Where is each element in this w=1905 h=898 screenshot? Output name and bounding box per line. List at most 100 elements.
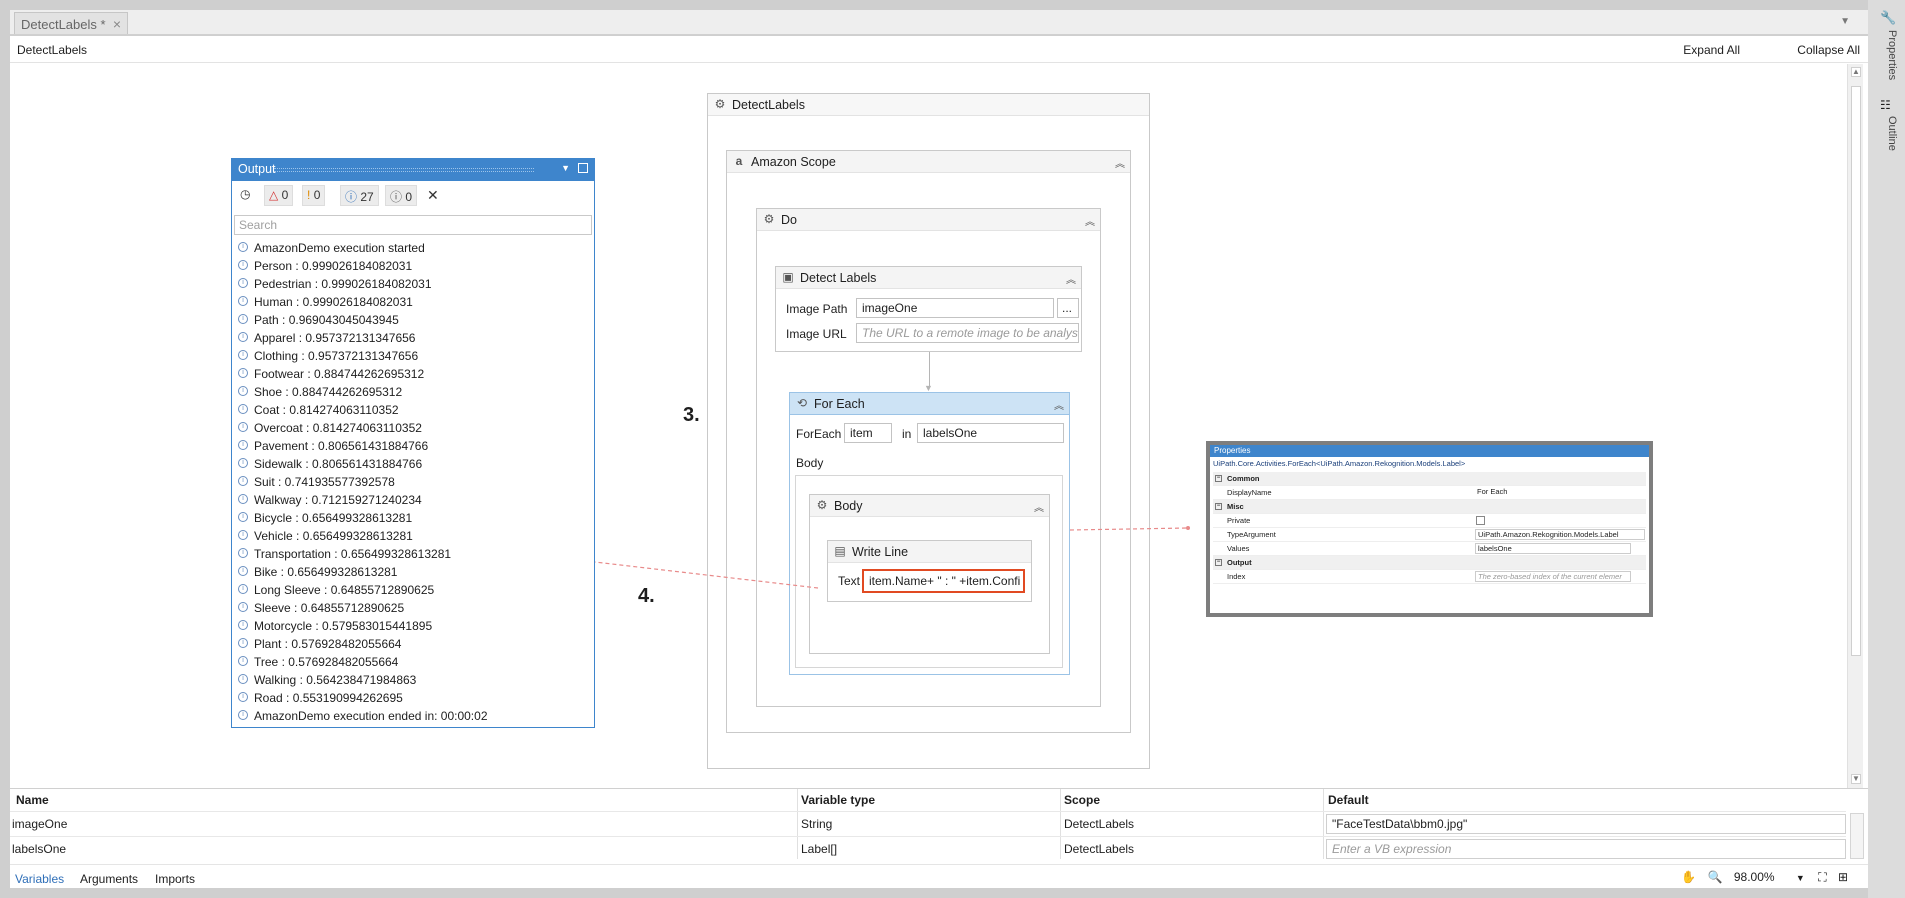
info-icon: i — [238, 260, 248, 270]
grip-handle[interactable] — [274, 168, 534, 172]
tab-dropdown-icon[interactable]: ▼ — [1840, 16, 1850, 27]
panel-dropdown-icon[interactable]: ▼ — [561, 163, 570, 173]
activity-title: Do — [781, 213, 797, 227]
foreach-item-input[interactable]: item — [844, 423, 892, 443]
info-icon: i — [238, 710, 248, 720]
browse-button[interactable]: ... — [1057, 298, 1079, 318]
scroll-thumb[interactable] — [1851, 86, 1861, 656]
property-category-misc[interactable]: − Misc — [1213, 500, 1646, 514]
reset-zoom-icon[interactable]: ⊞ — [1838, 870, 1848, 884]
tab-variables[interactable]: Variables — [15, 872, 64, 886]
output-log-line: i Walkway : 0.712159271240234 — [232, 491, 594, 509]
values-input[interactable]: labelsOne — [1475, 543, 1631, 554]
info-count: 27 — [360, 190, 374, 204]
output-search-input[interactable]: Search — [234, 215, 592, 235]
output-log-line: i Vehicle : 0.656499328613281 — [232, 527, 594, 545]
info-icon: i — [238, 368, 248, 378]
zoom-level-select[interactable]: 98.00% — [1734, 870, 1775, 884]
output-log-line: i Sleeve : 0.64855712890625 — [232, 599, 594, 617]
tab-imports[interactable]: Imports — [155, 872, 195, 886]
output-log-line: i Long Sleeve : 0.64855712890625 — [232, 581, 594, 599]
scroll-down-icon[interactable]: ▼ — [1851, 774, 1861, 784]
variable-type-cell[interactable]: String — [801, 817, 832, 831]
column-header-scope[interactable]: Scope — [1064, 793, 1100, 807]
collapse-icon[interactable]: ︽ — [1085, 213, 1095, 228]
private-checkbox[interactable] — [1476, 516, 1485, 525]
collapse-all-button[interactable]: Collapse All — [1797, 43, 1860, 57]
maximize-icon[interactable] — [578, 163, 588, 173]
trace-filter-button[interactable]: ⓘ 0 — [385, 185, 418, 206]
property-key: Index — [1227, 572, 1246, 581]
clock-icon[interactable]: ◷ — [236, 185, 254, 206]
variable-name-cell[interactable]: labelsOne — [12, 842, 66, 856]
output-log-line: i Bicycle : 0.656499328613281 — [232, 509, 594, 527]
property-category-output[interactable]: − Output — [1213, 556, 1646, 570]
output-title-bar[interactable]: Output ▼ — [232, 159, 594, 181]
info-icon: i — [238, 530, 248, 540]
info-icon: i — [238, 404, 248, 414]
collapse-icon[interactable]: ︽ — [1115, 155, 1125, 170]
write-line-text-input[interactable]: item.Name+ " : " +item.Confi — [862, 569, 1025, 593]
activity-for-each[interactable]: ⟲ For Each ︽ ForEach item in labelsOne B… — [789, 392, 1070, 675]
scroll-up-icon[interactable]: ▲ — [1851, 67, 1861, 77]
zoom-dropdown-icon[interactable]: ▼ — [1796, 873, 1805, 883]
variable-type-cell[interactable]: Label[] — [801, 842, 837, 856]
activity-detect-labels[interactable]: ▣ Detect Labels ︽ Image Path imageOne ..… — [775, 266, 1082, 352]
activity-header: ⚙ Body ︽ — [810, 495, 1049, 517]
tab-arguments[interactable]: Arguments — [80, 872, 138, 886]
property-value[interactable]: For Each — [1475, 487, 1631, 498]
image-url-input[interactable]: The URL to a remote image to be analyse — [856, 323, 1079, 343]
activity-detectlabels-root[interactable]: ⚙ DetectLabels a Amazon Scope ︽ ⚙ Do ︽ ▣… — [707, 93, 1150, 769]
connector-line — [929, 352, 930, 387]
activity-body[interactable]: ⚙ Body ︽ ▤ Write Line Text item.Name+ " … — [809, 494, 1050, 654]
info-icon: i — [238, 584, 248, 594]
designer-vertical-scrollbar[interactable]: ▲ ▼ — [1847, 64, 1863, 788]
output-log-line: i AmazonDemo execution started — [232, 239, 594, 257]
expand-all-button[interactable]: Expand All — [1683, 43, 1740, 57]
output-log-line: i Apparel : 0.957372131347656 — [232, 329, 594, 347]
foreach-collection-input[interactable]: labelsOne — [917, 423, 1064, 443]
output-log-text: Pedestrian : 0.999026184082031 — [254, 277, 432, 291]
document-tab[interactable]: DetectLabels * × — [14, 12, 128, 34]
zoom-controls: ✋ 🔍 98.00% ▼ ⛶ ⊞ — [1681, 870, 1848, 888]
collapse-icon[interactable]: ︽ — [1054, 397, 1064, 412]
typeargument-select[interactable]: UiPath.Amazon.Rekognition.Models.Label — [1475, 529, 1645, 540]
property-category-common[interactable]: − Common — [1213, 472, 1646, 486]
variable-scope-cell[interactable]: DetectLabels — [1064, 842, 1134, 856]
column-header-name[interactable]: Name — [16, 793, 49, 807]
output-log-text: Footwear : 0.884744262695312 — [254, 367, 425, 381]
collapse-icon[interactable]: ︽ — [1066, 271, 1076, 286]
fit-to-screen-icon[interactable]: ⛶ — [1818, 870, 1826, 884]
column-header-default[interactable]: Default — [1328, 793, 1369, 807]
info-icon: i — [238, 602, 248, 612]
breadcrumb[interactable]: DetectLabels — [17, 43, 87, 57]
activity-write-line[interactable]: ▤ Write Line Text item.Name+ " : " +item… — [827, 540, 1032, 602]
output-log-line: i Footwear : 0.884744262695312 — [232, 365, 594, 383]
image-path-input[interactable]: imageOne — [856, 298, 1054, 318]
callout-step-4: 4. — [638, 585, 655, 607]
variable-default-input[interactable]: "FaceTestData\bbm0.jpg" — [1326, 814, 1846, 834]
outline-side-tab[interactable]: Outline — [1878, 116, 1898, 151]
variable-scope-cell[interactable]: DetectLabels — [1064, 817, 1134, 831]
close-tab-icon[interactable]: × — [113, 16, 121, 32]
collapse-icon[interactable]: ︽ — [1034, 499, 1044, 514]
info-filter-button[interactable]: ⓘ 27 — [340, 185, 379, 206]
zoom-search-icon[interactable]: 🔍 — [1708, 870, 1723, 884]
variable-name-cell[interactable]: imageOne — [12, 817, 67, 831]
error-icon: △ — [269, 188, 279, 202]
properties-side-tab[interactable]: Properties — [1878, 30, 1898, 80]
index-input[interactable]: The zero-based index of the current elem… — [1475, 571, 1631, 582]
variables-scrollbar[interactable] — [1850, 813, 1864, 859]
activity-do[interactable]: ⚙ Do ︽ ▣ Detect Labels ︽ Image Path imag… — [756, 208, 1101, 707]
errors-filter-button[interactable]: △ 0 — [264, 185, 294, 206]
column-header-type[interactable]: Variable type — [801, 793, 875, 807]
row-divider — [10, 811, 1846, 812]
output-log-text: Walkway : 0.712159271240234 — [254, 493, 422, 507]
activity-amazon-scope[interactable]: a Amazon Scope ︽ ⚙ Do ︽ ▣ Detect Labels … — [726, 150, 1131, 733]
warnings-filter-button[interactable]: ! 0 — [302, 185, 326, 206]
property-row-typeargument: TypeArgument UiPath.Amazon.Rekognition.Mo… — [1213, 528, 1646, 542]
clear-output-icon[interactable]: ✕ — [423, 185, 443, 206]
variable-default-input[interactable]: Enter a VB expression — [1326, 839, 1846, 859]
trace-icon: ⓘ — [390, 190, 403, 204]
pan-hand-icon[interactable]: ✋ — [1681, 870, 1696, 884]
